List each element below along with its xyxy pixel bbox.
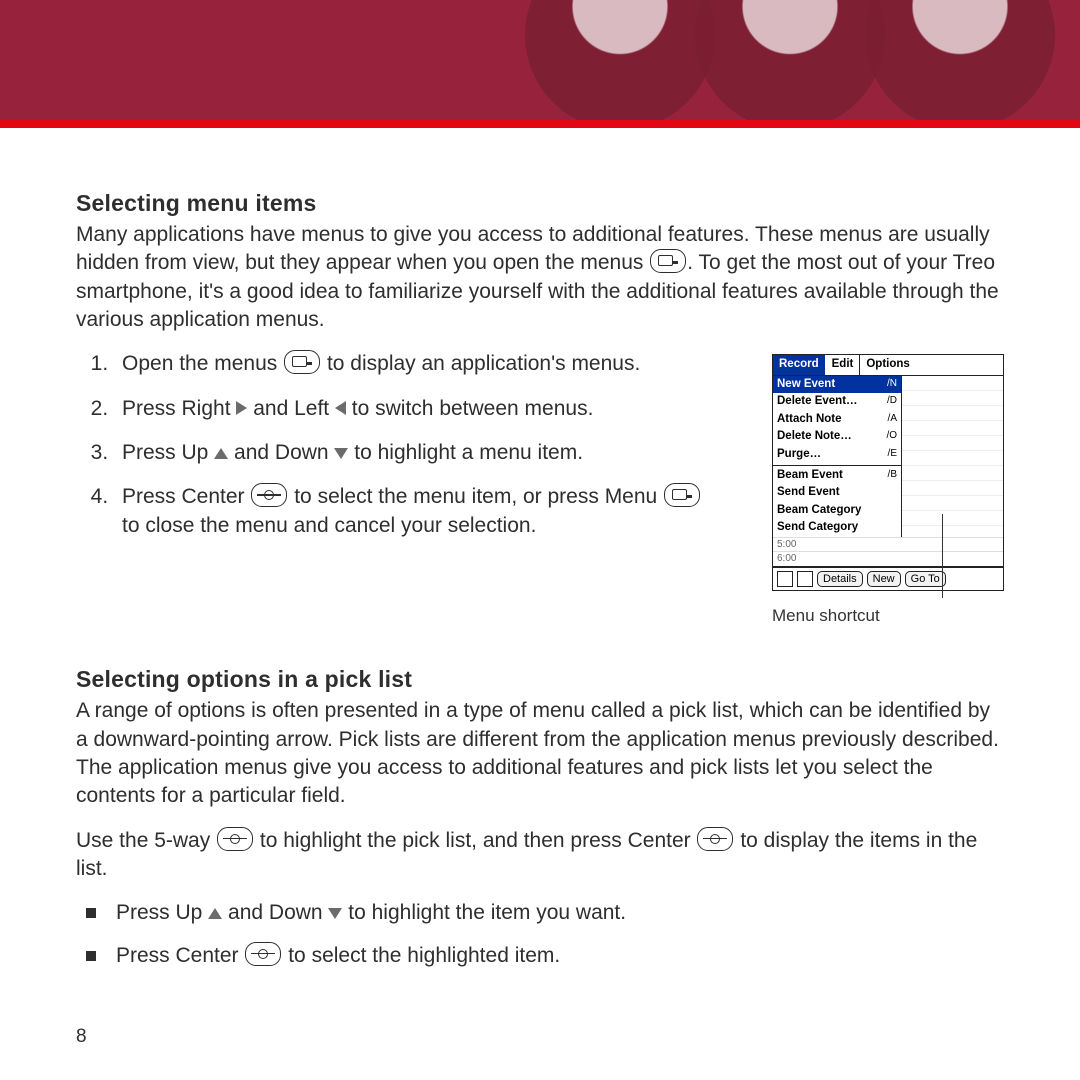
new-button: New bbox=[867, 571, 901, 588]
menu-item: Delete Note…/O bbox=[773, 428, 901, 446]
person-photo bbox=[695, 0, 885, 120]
down-arrow-icon bbox=[328, 908, 342, 919]
bullet-list: Press Up and Down to highlight the item … bbox=[76, 899, 1004, 970]
step-3: Press Up and Down to highlight a menu it… bbox=[114, 439, 720, 467]
center-key-icon bbox=[697, 827, 733, 851]
menu-item: Beam Event/B bbox=[773, 467, 901, 485]
page-number: 8 bbox=[76, 1024, 87, 1050]
menubar-edit: Edit bbox=[826, 355, 861, 375]
step-1: Open the menus to display an application… bbox=[114, 350, 720, 378]
section1-intro: Many applications have menus to give you… bbox=[76, 221, 1004, 334]
screenshot-toolbar: Details New Go To bbox=[773, 566, 1003, 591]
section2-title: Selecting options in a pick list bbox=[76, 664, 1004, 695]
accent-bar bbox=[0, 120, 1080, 128]
fiveway-icon bbox=[217, 827, 253, 851]
calendar-icon bbox=[777, 571, 793, 587]
bullet-1: Press Up and Down to highlight the item … bbox=[86, 899, 1004, 927]
list-icon bbox=[797, 571, 813, 587]
menu-item: Delete Event…/D bbox=[773, 393, 901, 411]
menu-screenshot-figure: Record Edit Options New Event/N Delete E… bbox=[772, 354, 1004, 628]
down-arrow-icon bbox=[334, 448, 348, 459]
menu-item: Send Category bbox=[773, 519, 901, 537]
menubar-record: Record bbox=[773, 355, 826, 375]
menu-key-icon bbox=[664, 483, 700, 507]
step-4: Press Center to select the menu item, or… bbox=[114, 483, 720, 540]
menu-item: Send Event bbox=[773, 484, 901, 502]
menu-item: Attach Note/A bbox=[773, 411, 901, 429]
section1-title: Selecting menu items bbox=[76, 188, 1004, 219]
header-banner bbox=[0, 0, 1080, 120]
device-screenshot: Record Edit Options New Event/N Delete E… bbox=[772, 354, 1004, 591]
photo-band bbox=[460, 0, 1080, 120]
menu-key-icon bbox=[284, 350, 320, 374]
dropdown-menu: New Event/N Delete Event…/D Attach Note/… bbox=[773, 376, 902, 537]
person-photo bbox=[525, 0, 715, 120]
steps-list: Open the menus to display an application… bbox=[76, 350, 720, 556]
up-arrow-icon bbox=[208, 908, 222, 919]
screenshot-menubar: Record Edit Options bbox=[773, 355, 1003, 376]
details-button: Details bbox=[817, 571, 863, 588]
menu-item: Purge…/E bbox=[773, 446, 901, 464]
step-2: Press Right and Left to switch between m… bbox=[114, 395, 720, 423]
up-arrow-icon bbox=[214, 448, 228, 459]
bullet-2: Press Center to select the highlighted i… bbox=[86, 942, 1004, 970]
section2-para2: Use the 5-way to highlight the pick list… bbox=[76, 827, 1004, 884]
menu-item: New Event/N bbox=[773, 376, 901, 394]
center-key-icon bbox=[251, 483, 287, 507]
menubar-options: Options bbox=[860, 355, 915, 375]
right-arrow-icon bbox=[236, 401, 247, 415]
section2-para1: A range of options is often presented in… bbox=[76, 697, 1004, 810]
center-key-icon bbox=[245, 942, 281, 966]
left-arrow-icon bbox=[335, 401, 346, 415]
menu-key-icon bbox=[650, 249, 686, 273]
goto-button: Go To bbox=[905, 571, 946, 588]
person-photo bbox=[865, 0, 1055, 120]
menu-item: Beam Category bbox=[773, 502, 901, 520]
callout-line bbox=[942, 514, 943, 598]
time-slots: 5:00 6:00 bbox=[773, 537, 1003, 566]
figure-caption: Menu shortcut bbox=[772, 605, 1004, 628]
